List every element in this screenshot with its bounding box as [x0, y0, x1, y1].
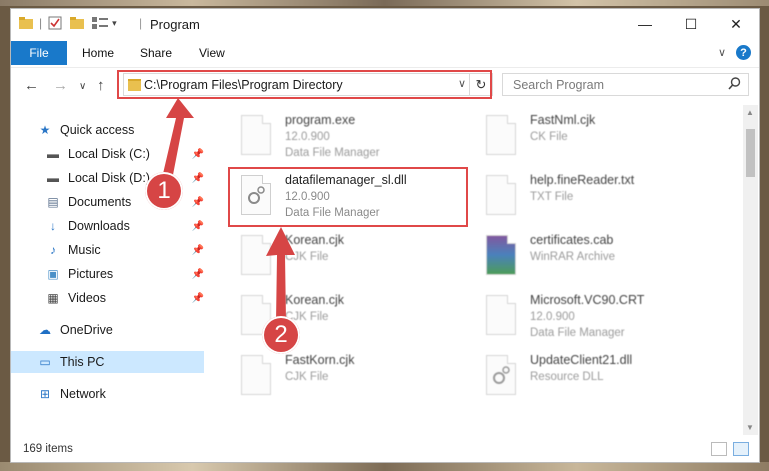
- arrow-1: [162, 98, 194, 180]
- arrow-2: [266, 227, 295, 322]
- step-badge-2: 2: [262, 316, 300, 354]
- annotation-arrows: [162, 98, 295, 322]
- step-badge-1: 1: [145, 172, 183, 210]
